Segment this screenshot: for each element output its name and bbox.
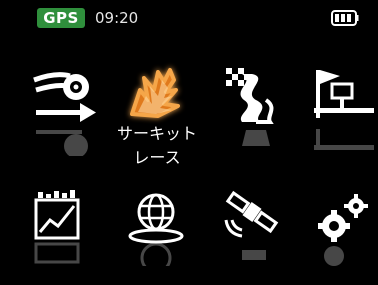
gps-badge: GPS [37,8,85,28]
selected-item-label: サーキット レース [95,122,219,170]
globe-reflection [140,242,172,266]
status-bar: GPS 09:20 [0,0,378,36]
satellite-reflection [242,250,266,260]
menu-item-globe[interactable] [118,190,196,268]
main-menu-screen: GPS 09:20 サーキット レース [0,0,378,285]
settings-gears-icon [318,194,368,242]
battery-icon [331,10,359,26]
globe-icon [128,193,184,244]
circuit-race-icon [130,68,180,118]
clock: 09:20 [95,9,139,27]
speed-arrow-reflection [36,130,88,156]
settings-reflection [324,246,344,266]
route-reflection [314,129,374,150]
road-reflection [242,130,270,146]
menu-item-settings[interactable] [304,190,378,268]
menu-item-route[interactable] [304,60,378,150]
menu-item-speed[interactable] [26,60,104,156]
menu-item-chart[interactable] [26,190,104,268]
label-line-2: レース [133,148,181,167]
menu-item-road-race[interactable] [212,60,290,146]
menu-item-satellite[interactable] [212,190,290,268]
chart-reflection [34,242,80,264]
label-line-1: サーキット [116,124,197,143]
